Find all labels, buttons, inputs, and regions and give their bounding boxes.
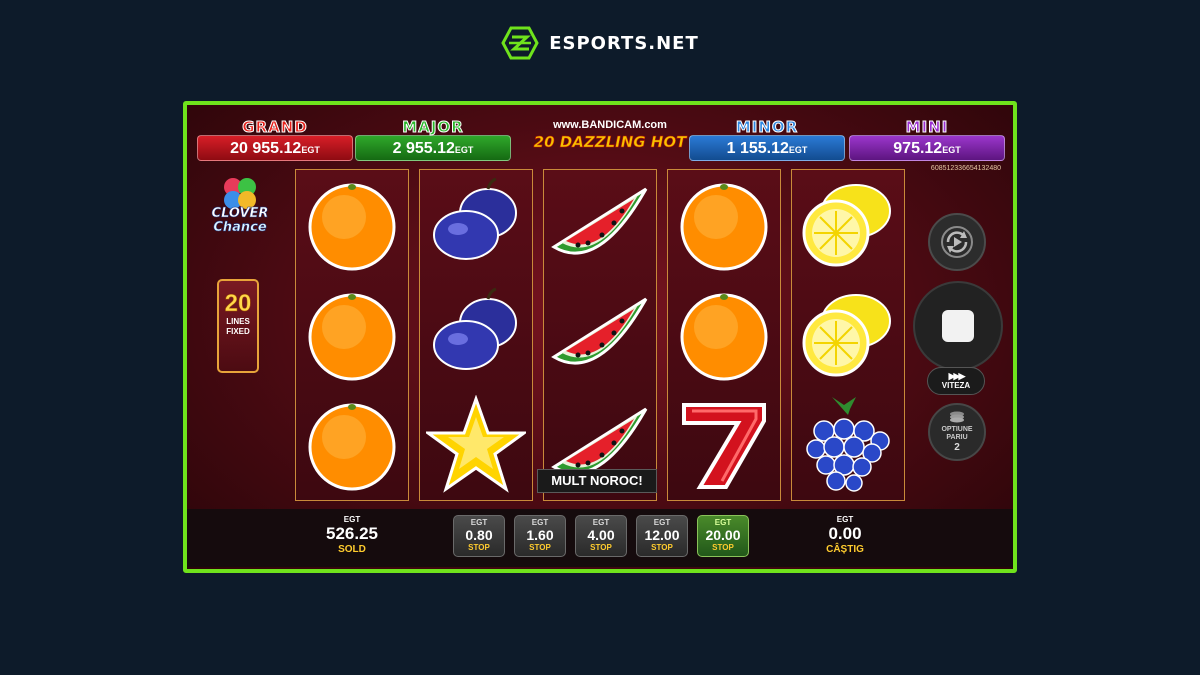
bet-3-value: 4.00 [587, 527, 615, 543]
bet-5-value: 20.00 [705, 527, 741, 543]
reel-2 [419, 169, 533, 501]
jackpot-grand: GRAND 20 955.12EGT [197, 119, 353, 161]
jackpot-minor-unit: EGT [788, 145, 808, 155]
jackpot-minor-amount: 1 155.12 [726, 140, 789, 157]
jackpot-mini-label: MINI [905, 118, 949, 136]
lemon-icon [792, 280, 904, 390]
jackpot-grand-amount: 20 955.12 [230, 140, 302, 157]
orange-icon [668, 280, 780, 390]
plum-icon [420, 280, 532, 390]
grapes-icon [792, 390, 904, 500]
reel-4 [667, 169, 781, 501]
balance-display: EGT 526.25 SOLD [307, 515, 397, 555]
jackpot-minor-label: MINOR [735, 118, 799, 136]
orange-icon [668, 170, 780, 280]
bet-4-value: 12.00 [644, 527, 680, 543]
watermelon-icon [544, 170, 656, 280]
recorder-watermark: www.BANDICAM.com [553, 119, 667, 131]
jackpot-grand-value: 20 955.12EGT [197, 135, 353, 161]
star-icon [420, 390, 532, 500]
seven-icon [668, 390, 780, 500]
game-title: 20 DAZZLING HOT [533, 133, 687, 152]
win-value: 0.00 [828, 524, 862, 543]
bet-2-label: STOP [529, 543, 551, 552]
game-frame: GRAND 20 955.12EGT MAJOR 2 955.12EGT www… [183, 101, 1017, 573]
orange-icon [296, 280, 408, 390]
win-currency: EGT [836, 515, 854, 524]
bet-4-label: STOP [651, 543, 673, 552]
bet-5-label: STOP [712, 543, 734, 552]
plum-icon [420, 170, 532, 280]
jackpot-grand-unit: EGT [301, 145, 320, 155]
jackpot-mini-unit: EGT [942, 145, 961, 155]
esports-logo-icon [501, 26, 539, 60]
jackpot-minor: MINOR 1 155.12EGT [689, 119, 845, 161]
jackpot-major-amount: 2 955.12 [392, 140, 455, 157]
bet-button-3[interactable]: EGT 4.00 STOP [575, 515, 627, 557]
jackpot-major-value: 2 955.12EGT [355, 135, 511, 161]
jackpot-major: MAJOR 2 955.12EGT [355, 119, 511, 161]
stop-icon [942, 310, 974, 342]
reel-3 [543, 169, 657, 501]
bet-button-1[interactable]: EGT 0.80 STOP [453, 515, 505, 557]
site-header: ESPORTS.NET [0, 26, 1200, 60]
reel-5 [791, 169, 905, 501]
jackpot-mini-amount: 975.12 [893, 140, 943, 157]
orange-icon [296, 170, 408, 280]
options-count: 2 [954, 442, 960, 453]
jackpot-bar: GRAND 20 955.12EGT MAJOR 2 955.12EGT www… [197, 119, 1007, 161]
balance-value: 526.25 [326, 524, 378, 543]
balance-currency: EGT [343, 515, 361, 524]
bet-button-5[interactable]: EGT 20.00 STOP [697, 515, 749, 557]
bottom-bar: EGT 526.25 SOLD EGT 0.80 STOP EGT 1.60 S… [187, 509, 1013, 567]
bet-button-4[interactable]: EGT 12.00 STOP [636, 515, 688, 557]
bet-3-label: STOP [590, 543, 612, 552]
clover-chance-logo: CLOVER Chance [205, 173, 275, 243]
bet-options-button[interactable]: OPTIUNE PARIU 2 [928, 403, 986, 461]
jackpot-mini: MINI 975.12EGT [849, 119, 1005, 161]
options-label: OPTIUNE [941, 426, 973, 433]
lines-count: 20 [224, 290, 252, 317]
options-sub-label: PARIU [946, 434, 968, 441]
game-title-block: www.BANDICAM.com 20 DAZZLING HOT [530, 119, 690, 152]
jackpot-minor-value: 1 155.12EGT [689, 135, 845, 161]
lemon-icon [792, 170, 904, 280]
balance-label: SOLD [338, 544, 366, 555]
win-display: EGT 0.00 CÂȘTIG [805, 515, 885, 555]
lines-badge: 20 LINES FIXED [217, 279, 259, 373]
stop-spin-button[interactable] [913, 281, 1003, 371]
jackpot-mini-value: 975.12EGT [849, 135, 1005, 161]
lines-fixed-label: FIXED [226, 327, 250, 336]
good-luck-message: MULT NOROC! [537, 469, 657, 493]
win-label: CÂȘTIG [826, 544, 864, 555]
bet-1-label: STOP [468, 543, 490, 552]
reel-1 [295, 169, 409, 501]
jackpot-major-unit: EGT [454, 145, 474, 155]
coins-icon [950, 411, 964, 423]
autoplay-button[interactable] [928, 213, 986, 271]
speed-button[interactable]: ▶▶▶ VITEZA [927, 367, 985, 395]
clover-line1: CLOVER [211, 206, 269, 221]
clover-line2: Chance [213, 220, 267, 235]
brand-name[interactable]: ESPORTS.NET [549, 33, 699, 54]
watermelon-icon [544, 280, 656, 390]
refresh-icon [941, 226, 973, 258]
bet-button-2[interactable]: EGT 1.60 STOP [514, 515, 566, 557]
bet-2-value: 1.60 [526, 527, 554, 543]
speed-label: VITEZA [941, 381, 971, 390]
jackpot-grand-label: GRAND [242, 118, 308, 136]
jackpot-major-label: MAJOR [402, 118, 464, 136]
bet-1-value: 0.80 [465, 527, 493, 543]
fast-forward-icon: ▶▶▶ [948, 371, 966, 381]
orange-icon [296, 390, 408, 500]
round-id: 608512336654132480 [930, 165, 1001, 172]
lines-label: LINES [226, 317, 250, 326]
